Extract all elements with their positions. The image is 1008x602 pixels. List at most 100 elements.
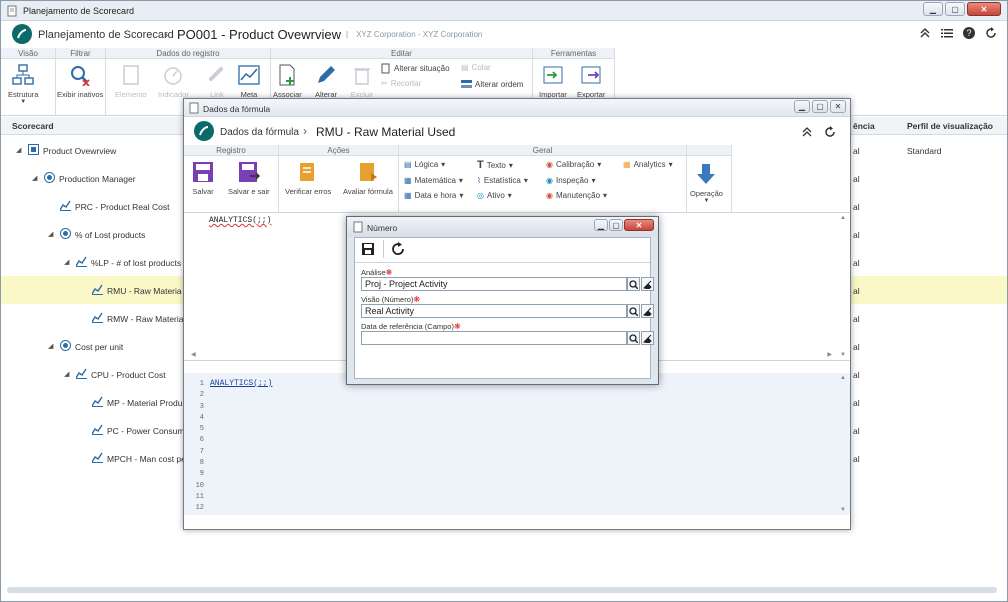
scroll-right-icon[interactable]: ▶ [827, 351, 832, 358]
scroll-down-icon[interactable]: ▼ [840, 507, 846, 513]
dropdown-arrow-icon: ▾ [597, 160, 602, 169]
help-icon[interactable]: ? [963, 27, 975, 39]
search-icon [629, 306, 638, 316]
list-icon[interactable] [941, 27, 953, 39]
expand-icon[interactable]: ◢ [16, 146, 21, 154]
analise-clear-button[interactable] [641, 277, 654, 291]
ativo-menu[interactable]: ◎ Ativo ▾ [477, 191, 512, 200]
avaliar-formula-button[interactable]: Avaliar fórmula [343, 159, 393, 196]
visao-label: Visão (Número)❋ [361, 295, 421, 304]
meta-button[interactable]: Meta [236, 62, 262, 99]
formula-close-button[interactable]: ✕ [830, 100, 846, 113]
eraser-icon [643, 334, 652, 343]
salvar-button[interactable]: Salvar [190, 159, 216, 196]
data-clear-button[interactable] [641, 331, 654, 345]
operacao-button[interactable]: Operação ▼ [690, 161, 723, 204]
tree-row-label: Product Ovewrview [43, 146, 117, 156]
visao-search-button[interactable] [627, 304, 640, 318]
expand-icon[interactable]: ◢ [32, 174, 37, 182]
excluir-button[interactable]: Excluir [349, 62, 375, 99]
dropdown-arrow-icon: ▾ [507, 191, 512, 200]
expand-icon[interactable]: ◢ [48, 342, 53, 350]
minimize-button[interactable]: ▁ [923, 2, 943, 16]
visao-field[interactable]: Real Activity [361, 304, 627, 318]
close-button[interactable]: ✕ [967, 2, 1001, 16]
analise-field[interactable]: Proj - Project Activity [361, 277, 627, 291]
estatistica-menu[interactable]: ⌇ Estatística ▾ [477, 176, 528, 185]
exibir-inativos-button[interactable]: Exibir inativos [57, 62, 103, 99]
salvar-sair-button[interactable]: Salvar e sair [228, 159, 270, 196]
trash-icon [354, 68, 370, 85]
import-icon [543, 66, 563, 84]
refresh-icon[interactable] [985, 27, 997, 39]
alterar-situacao-button[interactable]: Alterar situação [381, 63, 450, 74]
analise-search-button[interactable] [627, 277, 640, 291]
manutencao-menu[interactable]: ◉ Manutenção ▾ [546, 191, 607, 200]
horizontal-scrollbar[interactable] [7, 587, 997, 593]
chart-icon [60, 200, 71, 211]
formula-code-editor[interactable]: 1 2 3 4 5 6 7 8 9 10 11 12 ANALYTICS(;;) ▲ ▼ [184, 373, 850, 515]
analytics-menu[interactable]: ▦ Analytics ▾ [623, 160, 673, 169]
scroll-up-icon[interactable]: ▲ [840, 215, 846, 221]
ref-cell: al [853, 230, 860, 240]
numero-title-bar: Número ▁ ▢ ✕ [347, 217, 658, 237]
salvar-sair-label: Salvar e sair [228, 187, 270, 196]
save-icon[interactable] [361, 242, 375, 256]
matematica-menu[interactable]: ▦ Matemática ▾ [404, 176, 463, 185]
ribbon-group-title: Visão [1, 48, 55, 59]
importar-button[interactable]: Importar [539, 62, 567, 99]
scroll-down-icon[interactable]: ▼ [840, 352, 846, 358]
indicador-button[interactable]: Indicador [158, 62, 189, 99]
refresh-icon[interactable] [391, 242, 405, 256]
maximize-button[interactable]: ▢ [945, 2, 965, 16]
numero-minimize-button[interactable]: ▁ [594, 219, 608, 231]
structure-icon [12, 64, 34, 85]
column-scorecard[interactable]: Scorecard [12, 121, 54, 131]
alterar-ordem-button[interactable]: Alterar ordem [461, 79, 523, 90]
exportar-button[interactable]: Exportar [577, 62, 605, 99]
scroll-left-icon[interactable]: ◀ [191, 351, 196, 358]
formula-window-title: Dados da fórmula [203, 104, 271, 114]
formula-minimize-button[interactable]: ▁ [794, 100, 810, 113]
data-hora-label: Data e hora [414, 191, 457, 200]
scroll-up-icon[interactable]: ▲ [840, 375, 846, 381]
data-hora-menu[interactable]: ▦ Data e hora ▾ [404, 191, 463, 200]
verificar-erros-button[interactable]: Verificar erros [285, 159, 331, 196]
matematica-label: Matemática [414, 176, 456, 185]
estrutura-button[interactable]: Estrutura ▼ [8, 62, 38, 105]
recortar-button[interactable]: ✂ Recortar [381, 79, 421, 88]
numero-close-button[interactable]: ✕ [624, 219, 654, 231]
tree-row-label: %LP - # of lost products [91, 258, 182, 268]
visao-clear-button[interactable] [641, 304, 654, 318]
colar-button[interactable]: ▤ Colar [461, 63, 491, 72]
chart-icon [92, 284, 103, 295]
data-search-button[interactable] [627, 331, 640, 345]
column-perfil[interactable]: Perfil de visualização [907, 121, 993, 131]
dropdown-arrow-icon: ▾ [523, 176, 528, 185]
logica-menu[interactable]: ▤ Lógica ▾ [404, 160, 445, 169]
elemento-label: Elemento [115, 90, 147, 99]
collapse-up-icon[interactable] [919, 27, 931, 39]
search-icon [629, 279, 638, 289]
link-button[interactable]: Link [204, 62, 230, 99]
elemento-button[interactable]: Elemento [115, 62, 147, 99]
stats-icon: ⌇ [477, 176, 481, 185]
inspecao-menu[interactable]: ◉ Inspeção ▾ [546, 176, 595, 185]
numero-dialog: Número ▁ ▢ ✕ Análise❋ Proj - Project Act… [346, 216, 659, 385]
column-referencia[interactable]: ência [853, 121, 875, 131]
data-referencia-field[interactable] [361, 331, 627, 345]
formula-maximize-button[interactable]: ▢ [812, 100, 828, 113]
collapse-up-icon[interactable] [802, 127, 812, 137]
refresh-icon[interactable] [824, 126, 836, 138]
chart-icon [92, 396, 103, 407]
ref-cell: al [853, 342, 860, 352]
calibracao-menu[interactable]: ◉ Calibração ▾ [546, 160, 601, 169]
expand-icon[interactable]: ◢ [64, 370, 69, 378]
alterar-button[interactable]: Alterar [313, 62, 339, 99]
associar-button[interactable]: Associar [273, 62, 302, 99]
numero-maximize-button[interactable]: ▢ [609, 219, 623, 231]
perfil-value: Standard [907, 146, 942, 156]
texto-menu[interactable]: T Texto ▾ [477, 159, 513, 171]
expand-icon[interactable]: ◢ [64, 258, 69, 266]
expand-icon[interactable]: ◢ [48, 230, 53, 238]
